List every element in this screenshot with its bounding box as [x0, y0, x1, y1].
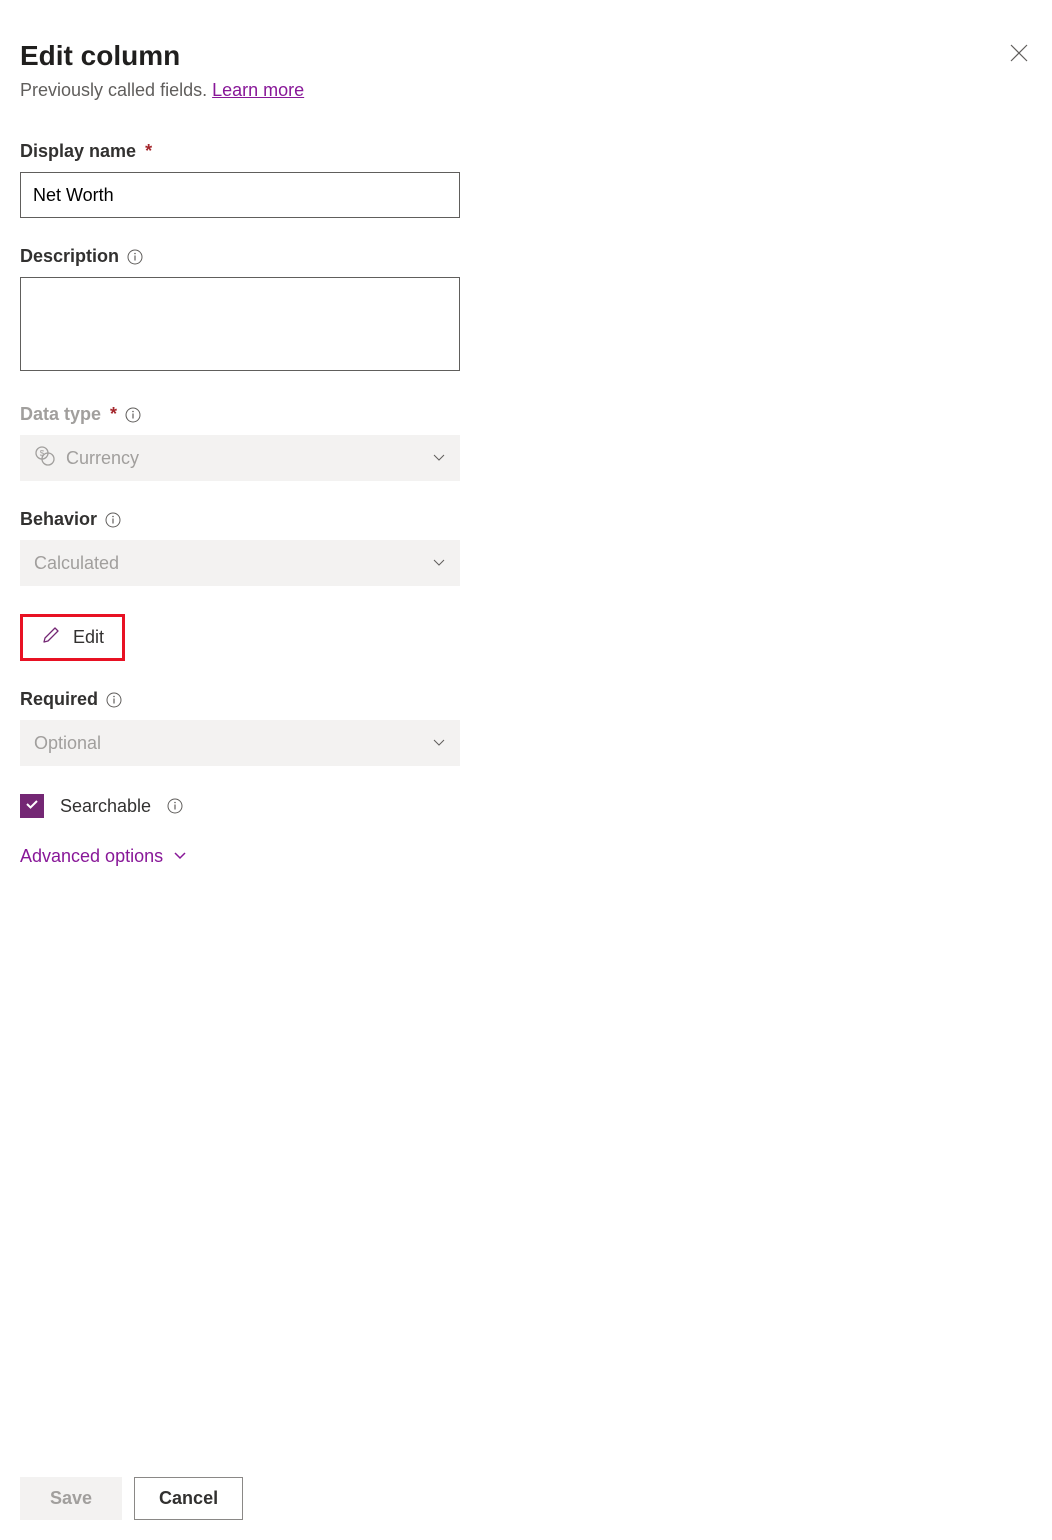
- panel-subtitle: Previously called fields. Learn more: [20, 80, 304, 101]
- panel-title: Edit column: [20, 40, 304, 72]
- display-name-label: Display name *: [20, 141, 460, 162]
- description-input[interactable]: [20, 277, 460, 371]
- info-icon[interactable]: [127, 249, 143, 265]
- required-label: Required: [20, 689, 460, 710]
- chevron-down-icon: [432, 448, 446, 469]
- learn-more-link[interactable]: Learn more: [212, 80, 304, 100]
- chevron-down-icon: [432, 733, 446, 754]
- chevron-down-icon: [432, 553, 446, 574]
- info-icon[interactable]: [167, 798, 183, 814]
- behavior-label: Behavior: [20, 509, 460, 530]
- currency-icon: $: [34, 445, 56, 472]
- close-icon: [1010, 50, 1028, 65]
- info-icon[interactable]: [106, 692, 122, 708]
- searchable-checkbox[interactable]: [20, 794, 44, 818]
- save-button[interactable]: Save: [20, 1477, 122, 1520]
- chevron-down-icon: [173, 846, 187, 867]
- close-button[interactable]: [1006, 40, 1032, 69]
- checkmark-icon: [24, 796, 40, 817]
- display-name-input[interactable]: [20, 172, 460, 218]
- info-icon[interactable]: [105, 512, 121, 528]
- required-dropdown[interactable]: Optional: [20, 720, 460, 766]
- data-type-dropdown[interactable]: $ Currency: [20, 435, 460, 481]
- edit-button[interactable]: Edit: [20, 614, 125, 661]
- description-label: Description: [20, 246, 460, 267]
- advanced-options-toggle[interactable]: Advanced options: [20, 846, 187, 867]
- searchable-label: Searchable: [60, 796, 151, 817]
- cancel-button[interactable]: Cancel: [134, 1477, 243, 1520]
- data-type-label: Data type *: [20, 404, 460, 425]
- pencil-icon: [41, 625, 61, 650]
- behavior-dropdown[interactable]: Calculated: [20, 540, 460, 586]
- info-icon[interactable]: [125, 407, 141, 423]
